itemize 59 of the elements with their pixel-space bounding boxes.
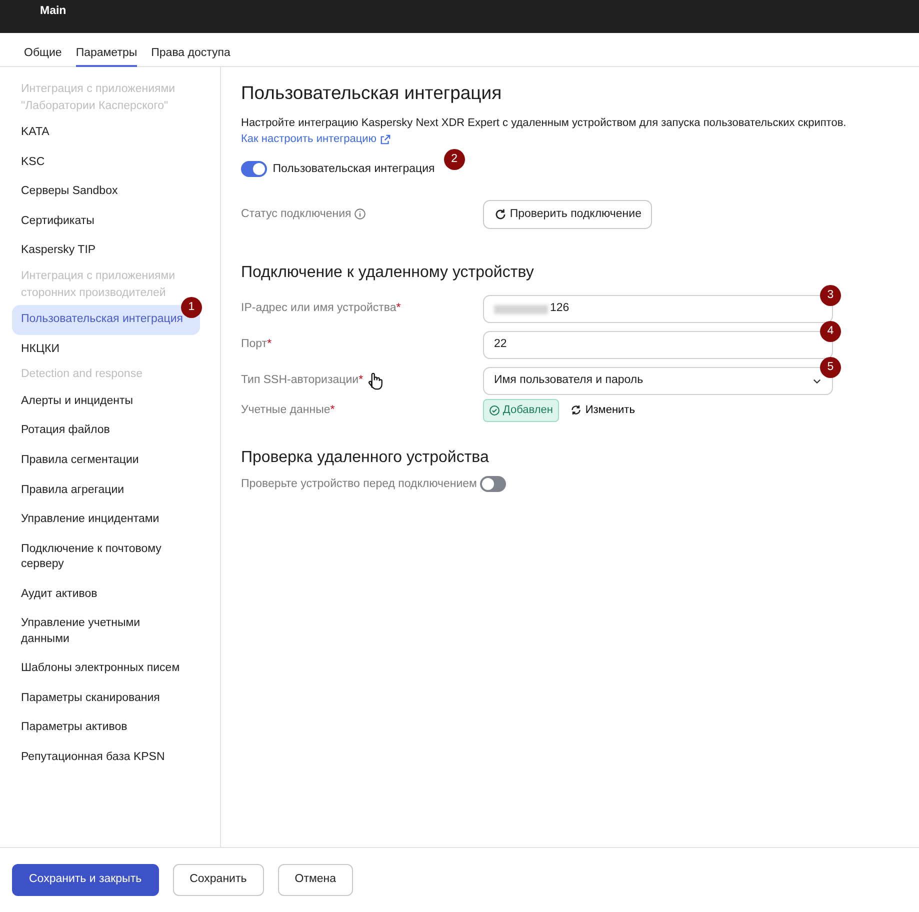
tab[interactable]: Права доступа — [151, 33, 230, 67]
field-label: Тип SSH-авторизации — [241, 374, 359, 386]
callout-badge: 2 — [444, 148, 465, 170]
sidebar-item[interactable]: Параметры активов — [12, 713, 200, 743]
sidebar-item[interactable]: Репутационная база KPSN — [12, 742, 200, 772]
sidebar-item[interactable]: KSC — [12, 148, 200, 178]
required-mark: * — [330, 404, 335, 416]
tab[interactable]: Параметры — [76, 33, 138, 67]
sidebar-item[interactable]: Ротация файлов — [12, 416, 200, 446]
sidebar-group-label: Интеграция с приложениями "Лаборатории Касперского" — [20, 82, 176, 114]
sidebar-item[interactable]: KATA — [12, 118, 200, 148]
sidebar-item[interactable]: Управление учетными данными — [12, 609, 200, 654]
status-badge: Добавлен — [483, 399, 559, 422]
sidebar-item[interactable]: Серверы Sandbox — [12, 177, 200, 207]
check-circle-icon — [489, 404, 500, 416]
refresh-icon — [494, 208, 507, 221]
callout-badge: 5 — [820, 357, 841, 378]
save-and-close-button[interactable]: Сохранить и закрыть — [12, 864, 159, 896]
sidebar-item[interactable]: Параметры сканирования — [12, 684, 200, 714]
field-label: IP-адрес или имя устройства — [241, 302, 396, 314]
window-title: Main — [40, 5, 66, 17]
field-label: Порт — [241, 338, 268, 350]
help-link[interactable]: Как настроить интеграцию — [241, 133, 391, 146]
sidebar-item[interactable]: Kaspersky TIP — [12, 236, 200, 266]
toggle-switch[interactable] — [241, 161, 267, 178]
sidebar-item[interactable]: Аудит активов — [12, 580, 200, 610]
section-heading: Подключение к удаленному устройству — [241, 263, 535, 283]
toggle-switch[interactable] — [480, 476, 506, 492]
change-link[interactable]: Изменить — [570, 402, 635, 418]
sidebar-item[interactable]: Подключение к почтовому серверу — [12, 534, 200, 580]
status-label: Статус подключения — [241, 206, 352, 222]
field-label: Учетные данные — [241, 404, 330, 416]
external-link-icon — [380, 134, 391, 145]
callout-badge: 3 — [820, 285, 841, 306]
required-mark: * — [396, 302, 401, 314]
callout-badge: 4 — [820, 321, 841, 342]
tab[interactable]: Общие — [24, 33, 62, 67]
footer-button[interactable]: Сохранить — [172, 864, 264, 896]
sidebar-item[interactable]: Шаблоны электронных писем — [12, 654, 200, 684]
info-icon — [354, 208, 366, 220]
toggle-label: Пользовательская интеграция — [272, 162, 435, 176]
sidebar-item[interactable]: НКЦКИ — [12, 334, 200, 364]
sidebar-item[interactable]: Сертификаты — [12, 206, 200, 236]
section-heading: Проверка удаленного устройства — [241, 448, 490, 468]
sidebar-group-label: Интеграция с приложениями сторонних производителей — [20, 268, 176, 301]
description-text: Настройте интеграцию Kaspersky Next XDR Expert с удаленным устройством для запуска пользовательских скриптов. — [241, 116, 848, 131]
sidebar-item[interactable]: Управление инцидентами — [12, 505, 200, 535]
required-mark: * — [267, 338, 272, 350]
sidebar-group-label: Detection and response — [20, 367, 144, 382]
callout-badge: 1 — [181, 297, 202, 318]
required-mark: * — [358, 374, 364, 386]
sidebar-item[interactable]: Правила агрегации — [12, 476, 200, 506]
toggle-label: Проверьте устройство перед подключением — [241, 476, 477, 492]
page-heading: Пользовательская интеграция — [241, 81, 503, 105]
refresh-icon — [570, 404, 582, 416]
sidebar-item[interactable]: Алерты и инциденты — [12, 386, 200, 416]
check-connection-button[interactable]: Проверить подключение — [483, 200, 652, 229]
sidebar-item[interactable]: Правила сегментации — [12, 446, 200, 476]
footer-button[interactable]: Отмена — [278, 864, 354, 896]
